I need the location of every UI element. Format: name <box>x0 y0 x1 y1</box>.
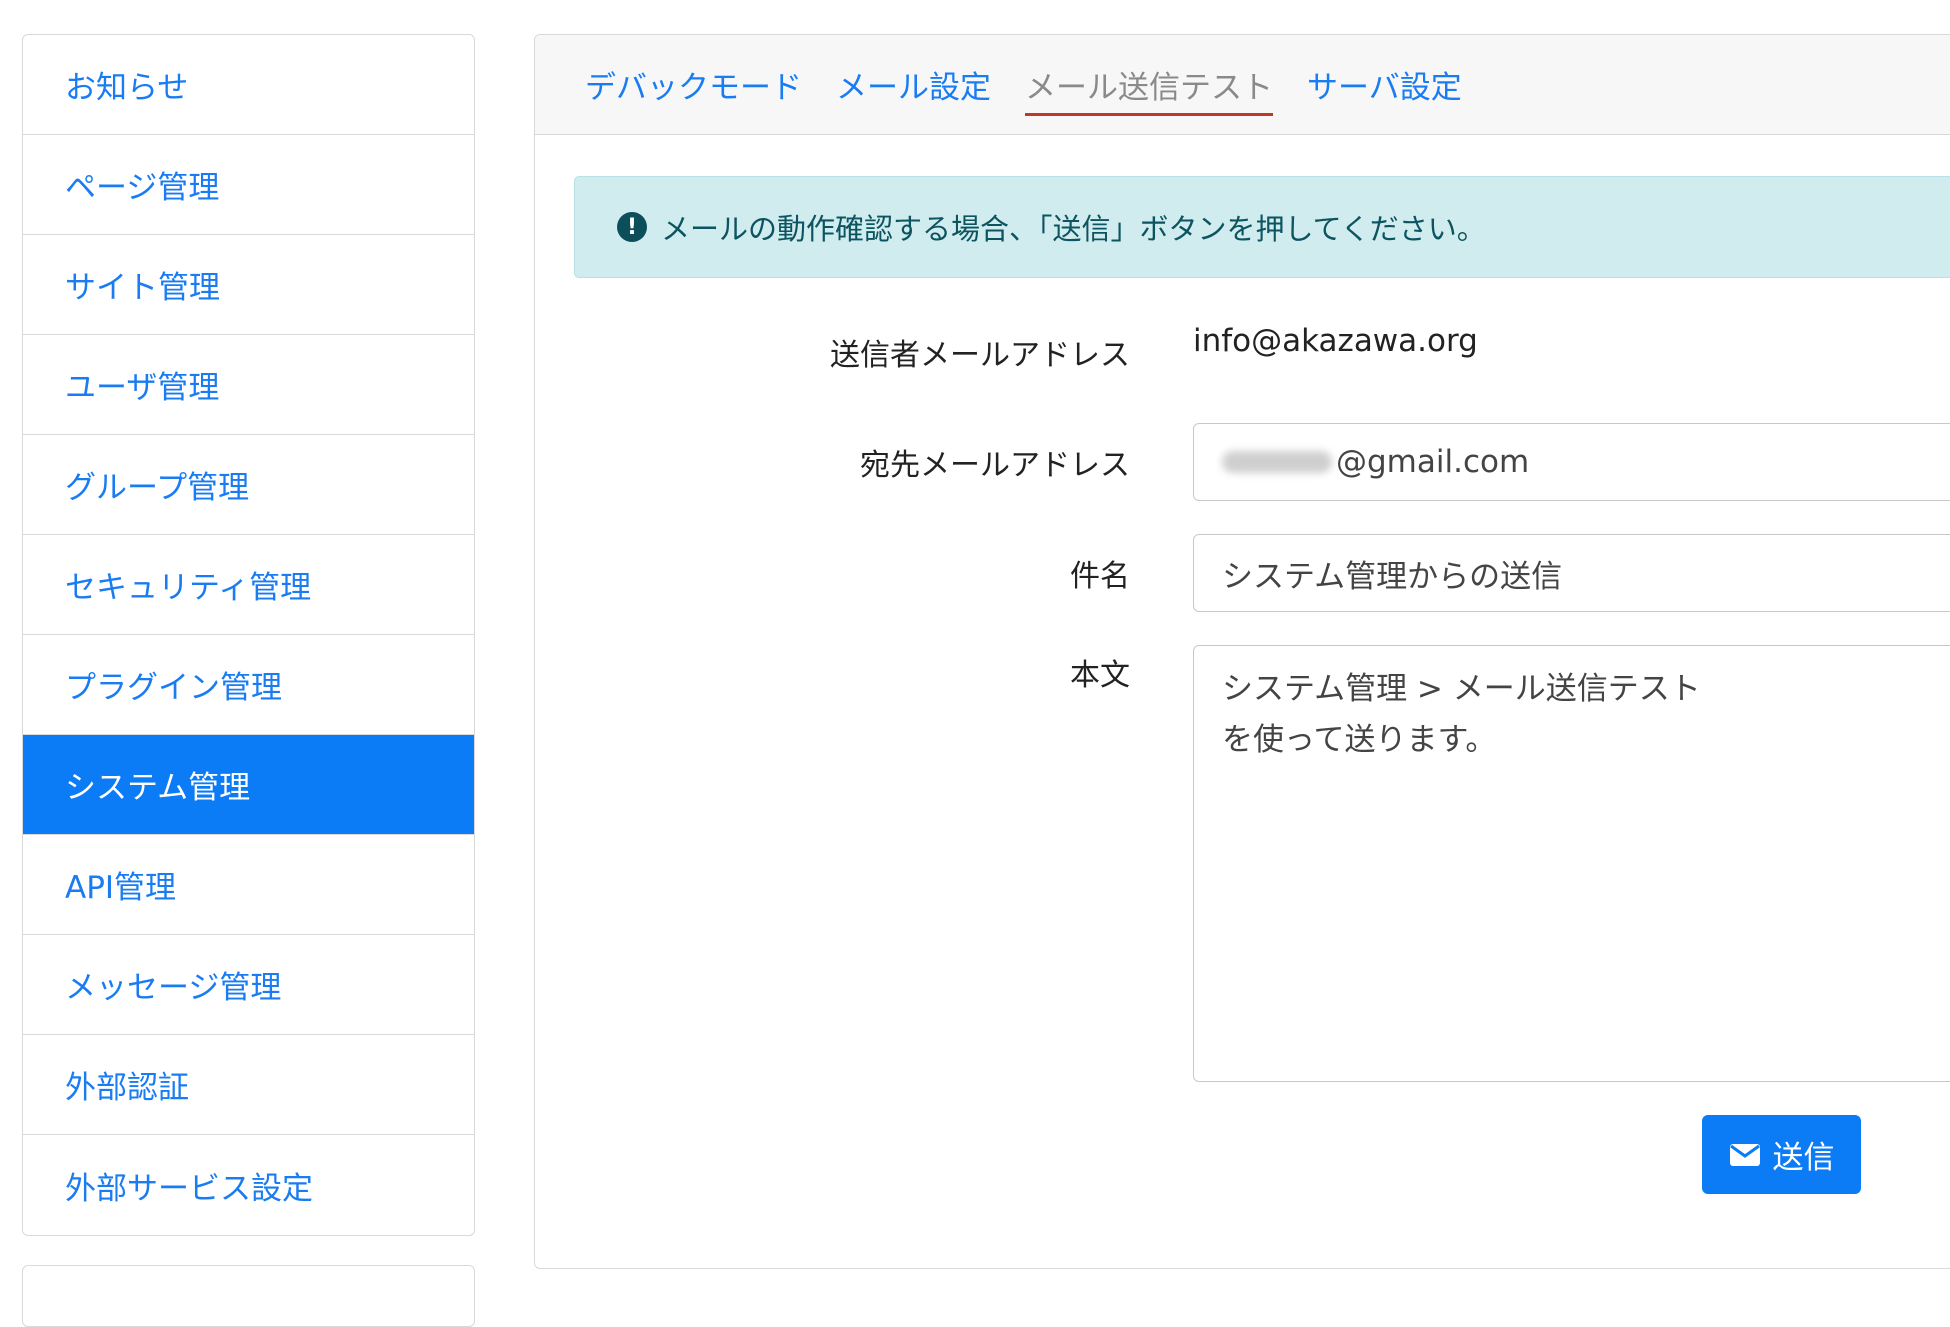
sidebar-item-external-services[interactable]: 外部サービス設定 <box>23 1135 474 1235</box>
body-line-2: を使って送ります。 <box>1222 722 1497 758</box>
sidebar-item-notifications[interactable]: お知らせ <box>23 35 474 135</box>
sidebar-item-user-management[interactable]: ユーザ管理 <box>23 335 474 435</box>
subject-value: システム管理からの送信 <box>1222 558 1563 595</box>
sender-label: 送信者メールアドレス <box>830 338 1130 373</box>
sidebar-item-plugin-management[interactable]: プラグイン管理 <box>23 635 474 735</box>
body-label: 本文 <box>1070 658 1130 693</box>
send-button[interactable]: 送信 <box>1702 1115 1861 1194</box>
recipient-email-field[interactable]: @gmail.com <box>1193 423 1950 501</box>
body-textarea[interactable]: システム管理 > メール送信テスト を使って送ります。 <box>1193 645 1950 1082</box>
tab-bar: デバックモード メール設定 メール送信テスト サーバ設定 <box>535 35 1950 135</box>
send-button-label: 送信 <box>1772 1140 1835 1176</box>
sidebar-item-site-management[interactable]: サイト管理 <box>23 235 474 335</box>
sidebar-menu: お知らせ ページ管理 サイト管理 ユーザ管理 グループ管理 セキュリティ管理 プ… <box>22 34 475 1236</box>
tab-mail-send-test[interactable]: メール送信テスト <box>1025 62 1273 116</box>
subject-field[interactable]: システム管理からの送信 <box>1193 534 1950 612</box>
sidebar-secondary-panel <box>22 1265 475 1327</box>
sidebar-item-group-management[interactable]: グループ管理 <box>23 435 474 535</box>
tab-mail-settings[interactable]: メール設定 <box>836 62 991 107</box>
tab-debug-mode[interactable]: デバックモード <box>585 62 802 107</box>
info-alert: ! メールの動作確認する場合、「送信」ボタンを押してください。 <box>574 176 1950 278</box>
recipient-label: 宛先メールアドレス <box>860 448 1130 483</box>
exclamation-circle-icon: ! <box>617 212 647 242</box>
alert-text: メールの動作確認する場合、「送信」ボタンを押してください。 <box>661 212 1486 246</box>
envelope-icon <box>1729 1143 1760 1166</box>
redacted-text <box>1222 451 1332 473</box>
sidebar-item-external-auth[interactable]: 外部認証 <box>23 1035 474 1135</box>
sidebar-item-page-management[interactable]: ページ管理 <box>23 135 474 235</box>
sidebar-item-api-management[interactable]: API管理 <box>23 835 474 935</box>
tab-server-settings[interactable]: サーバ設定 <box>1307 62 1462 107</box>
sidebar-item-message-management[interactable]: メッセージ管理 <box>23 935 474 1035</box>
recipient-email-domain: @gmail.com <box>1336 444 1530 480</box>
sidebar-item-security-management[interactable]: セキュリティ管理 <box>23 535 474 635</box>
body-line-1: システム管理 > メール送信テスト <box>1222 671 1701 707</box>
sender-email-value: info@akazawa.org <box>1193 323 1478 359</box>
subject-label: 件名 <box>1070 559 1130 594</box>
sidebar-item-system-management[interactable]: システム管理 <box>23 735 474 835</box>
